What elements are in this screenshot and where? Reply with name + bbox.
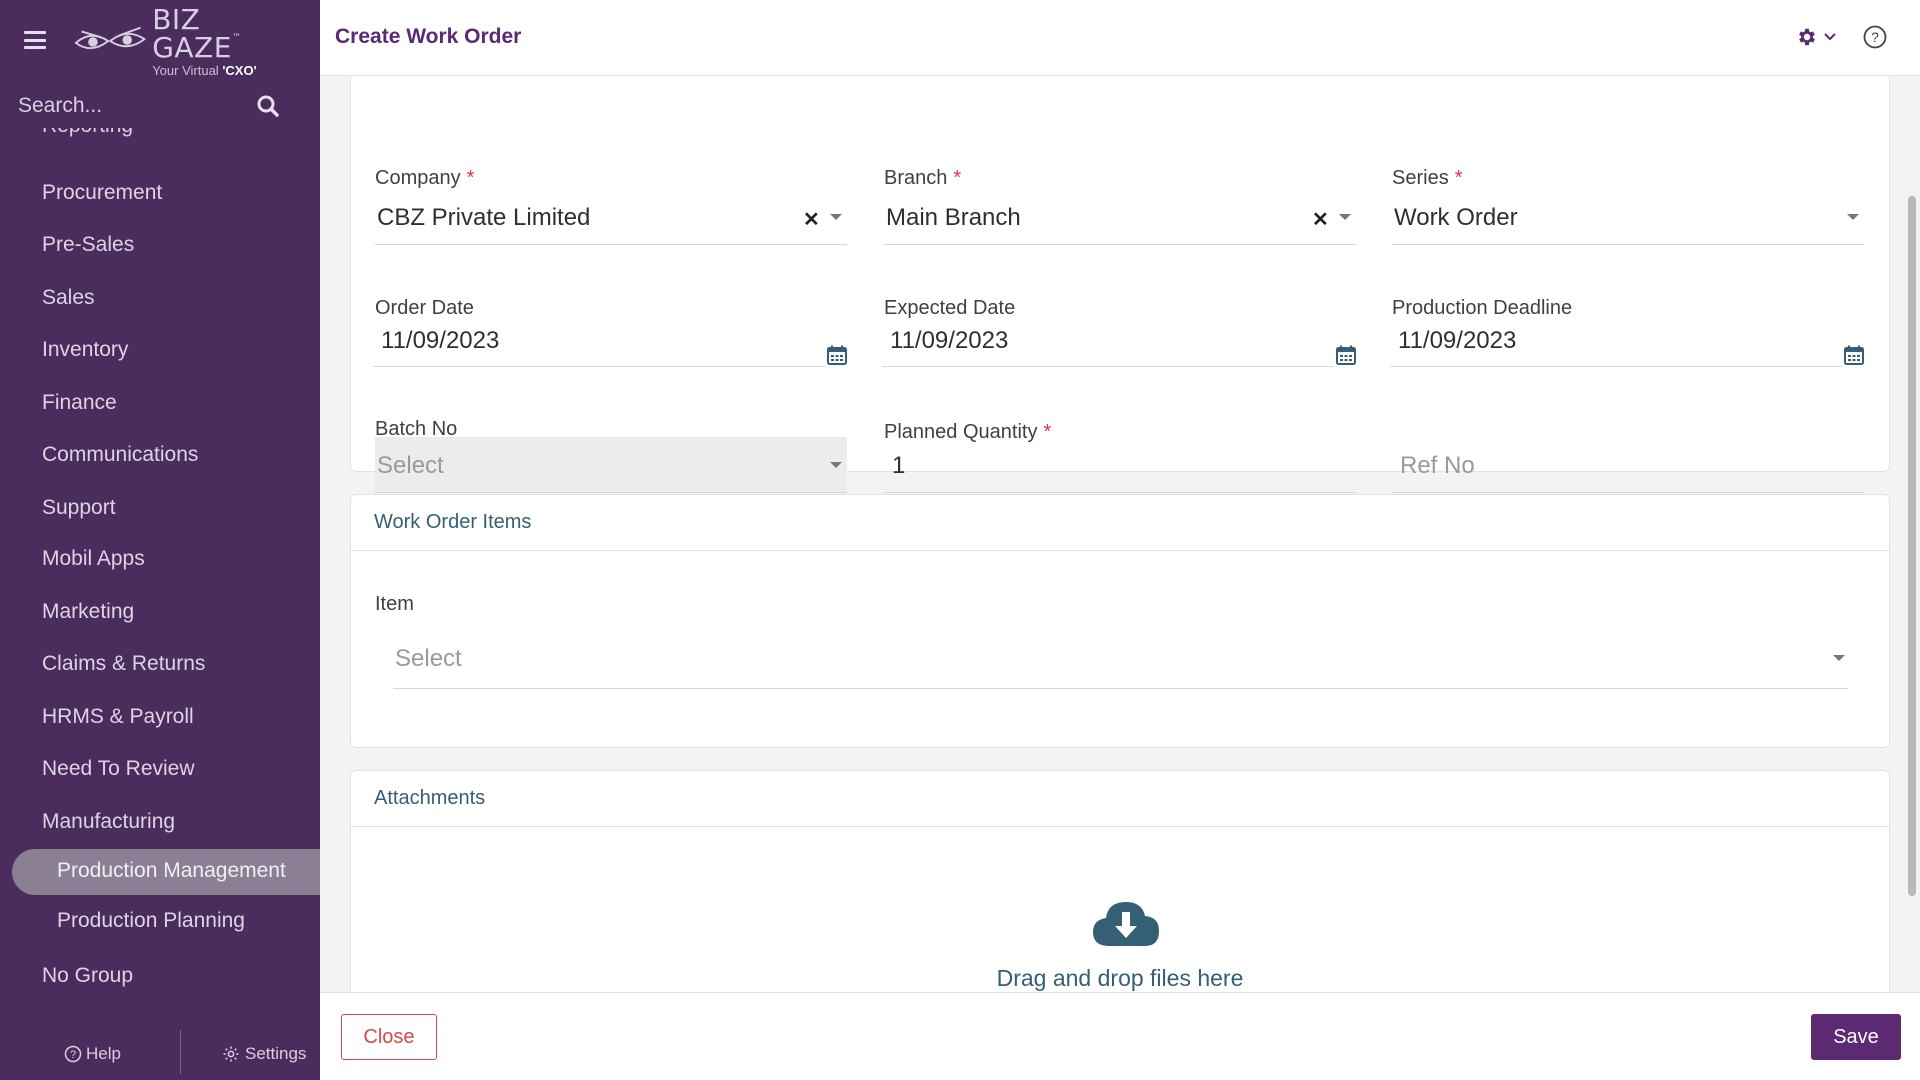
close-button[interactable]: Close	[341, 1014, 437, 1060]
topbar: Create Work Order ?	[320, 0, 1920, 76]
branch-label: Branch *	[884, 167, 962, 189]
search-input[interactable]	[18, 86, 238, 126]
production-deadline-value: 11/09/2023	[1398, 327, 1517, 354]
calendar-icon[interactable]	[1844, 345, 1864, 365]
logo-tagline: Your Virtual 'CXO'	[152, 62, 257, 78]
sidebar-item-sales[interactable]: Sales	[42, 286, 95, 310]
settings-label: Settings	[245, 1044, 307, 1063]
sidebar-item-partial[interactable]: Reporting	[42, 128, 202, 150]
sidebar-item-manufacturing[interactable]: Manufacturing	[42, 810, 175, 834]
expected-date-input[interactable]: 11/09/2023	[882, 319, 1334, 367]
series-select[interactable]: Work Order	[1392, 189, 1864, 245]
svg-text:?: ?	[1871, 29, 1879, 45]
series-value: Work Order	[1394, 204, 1518, 231]
company-label: Company *	[375, 167, 475, 189]
sidebar-item-communications[interactable]: Communications	[42, 443, 198, 467]
branch-select[interactable]: Main Branch ✕	[884, 189, 1356, 245]
settings-dropdown[interactable]	[1796, 26, 1836, 48]
footer-bar: Close Save	[320, 992, 1920, 1080]
ref-no-input[interactable]: Ref No	[1392, 437, 1864, 493]
attachments-card: Attachments Drag and drop files here	[350, 770, 1890, 992]
section-title: Work Order Items	[374, 511, 532, 533]
sidebar-item-production-management[interactable]: Production Management	[57, 859, 286, 883]
caret-down-icon[interactable]	[1847, 214, 1859, 220]
sidebar-item-inventory[interactable]: Inventory	[42, 338, 128, 362]
cloud-download-icon[interactable]	[1091, 896, 1161, 948]
company-select[interactable]: CBZ Private Limited ✕	[375, 189, 847, 245]
sidebar-item-claims-returns[interactable]: Claims & Returns	[42, 652, 205, 676]
work-order-items-card: Work Order Items Item Select	[350, 494, 1890, 748]
logo-eyes-icon	[74, 26, 147, 50]
page-title: Create Work Order	[335, 25, 522, 48]
search-icon[interactable]	[256, 94, 280, 118]
sidebar-item-no-group[interactable]: No Group	[42, 964, 133, 988]
help-link[interactable]: ? Help	[64, 1044, 121, 1064]
svg-text:?: ?	[70, 1049, 76, 1061]
calendar-icon[interactable]	[1336, 345, 1356, 365]
dropzone-text[interactable]: Drag and drop files here	[351, 965, 1889, 992]
calendar-icon[interactable]	[827, 345, 847, 365]
save-button[interactable]: Save	[1811, 1014, 1901, 1060]
sidebar-item-mobil-apps[interactable]: Mobil Apps	[42, 547, 145, 571]
form-scroll-area[interactable]: Company * CBZ Private Limited ✕ Branch * M…	[320, 76, 1920, 992]
planned-quantity-input[interactable]: 1	[884, 437, 1356, 493]
production-deadline-label: Production Deadline	[1392, 297, 1573, 319]
caret-down-icon[interactable]	[830, 214, 842, 220]
sidebar-item-marketing[interactable]: Marketing	[42, 600, 134, 624]
work-order-details-card: Company * CBZ Private Limited ✕ Branch * M…	[350, 76, 1890, 493]
sidebar-item-procurement[interactable]: Procurement	[42, 181, 162, 205]
sidebar-nav: Reporting Procurement Pre-Sales Sales In…	[0, 128, 320, 1008]
help-circle-icon[interactable]: ?	[1862, 24, 1888, 50]
scrollbar[interactable]	[1908, 196, 1916, 896]
sidebar-header: BIZ GAZE™ Your Virtual 'CXO'	[0, 0, 320, 77]
item-label: Item	[375, 593, 414, 615]
sidebar-item-need-to-review[interactable]: Need To Review	[42, 757, 195, 781]
sidebar-item-hrms-payroll[interactable]: HRMS & Payroll	[42, 705, 194, 729]
chevron-down-icon	[1824, 33, 1836, 41]
section-header: Work Order Items	[351, 495, 1889, 551]
planned-quantity-value: 1	[892, 452, 906, 479]
section-title: Attachments	[374, 787, 486, 809]
menu-icon[interactable]	[24, 31, 46, 49]
divider	[180, 1030, 181, 1074]
expected-date-label: Expected Date	[884, 297, 1016, 319]
caret-down-icon[interactable]	[830, 462, 842, 468]
help-label: Help	[86, 1044, 121, 1063]
gear-icon	[1799, 28, 1815, 46]
clear-icon[interactable]: ✕	[1312, 207, 1329, 232]
sidebar-item-finance[interactable]: Finance	[42, 391, 117, 415]
caret-down-icon[interactable]	[1833, 655, 1845, 661]
company-value: CBZ Private Limited	[377, 204, 591, 231]
ref-no-placeholder: Ref No	[1400, 452, 1475, 479]
settings-link[interactable]: Settings	[222, 1044, 306, 1064]
logo: BIZ GAZE™ Your Virtual 'CXO'	[72, 5, 292, 77]
order-date-value: 11/09/2023	[381, 327, 500, 354]
sidebar-search	[0, 86, 320, 126]
batch-no-placeholder: Select	[377, 452, 444, 479]
gear-icon	[223, 1046, 239, 1062]
order-date-label: Order Date	[375, 297, 474, 319]
branch-value: Main Branch	[886, 204, 1021, 231]
caret-down-icon[interactable]	[1339, 214, 1351, 220]
sidebar-item-support[interactable]: Support	[42, 496, 116, 520]
batch-no-select[interactable]: Select	[375, 437, 847, 493]
clear-icon[interactable]: ✕	[803, 207, 820, 232]
main-panel: Create Work Order ? Company * CBZ Private…	[320, 0, 1920, 1080]
item-select[interactable]: Select	[393, 625, 1848, 689]
sidebar: BIZ GAZE™ Your Virtual 'CXO' Reporting P…	[0, 0, 320, 1080]
series-label: Series *	[1392, 167, 1463, 189]
help-circle-icon: ?	[64, 1045, 82, 1063]
expected-date-value: 11/09/2023	[890, 327, 1009, 354]
sidebar-item-pre-sales[interactable]: Pre-Sales	[42, 233, 134, 257]
logo-name: BIZ GAZE™	[152, 2, 242, 64]
sidebar-footer: ? Help Settings	[0, 1030, 320, 1080]
production-deadline-input[interactable]: 11/09/2023	[1390, 319, 1842, 367]
item-placeholder: Select	[395, 645, 462, 672]
section-header: Attachments	[351, 771, 1889, 827]
sidebar-item-production-planning[interactable]: Production Planning	[57, 909, 245, 933]
order-date-input[interactable]: 11/09/2023	[373, 319, 825, 367]
